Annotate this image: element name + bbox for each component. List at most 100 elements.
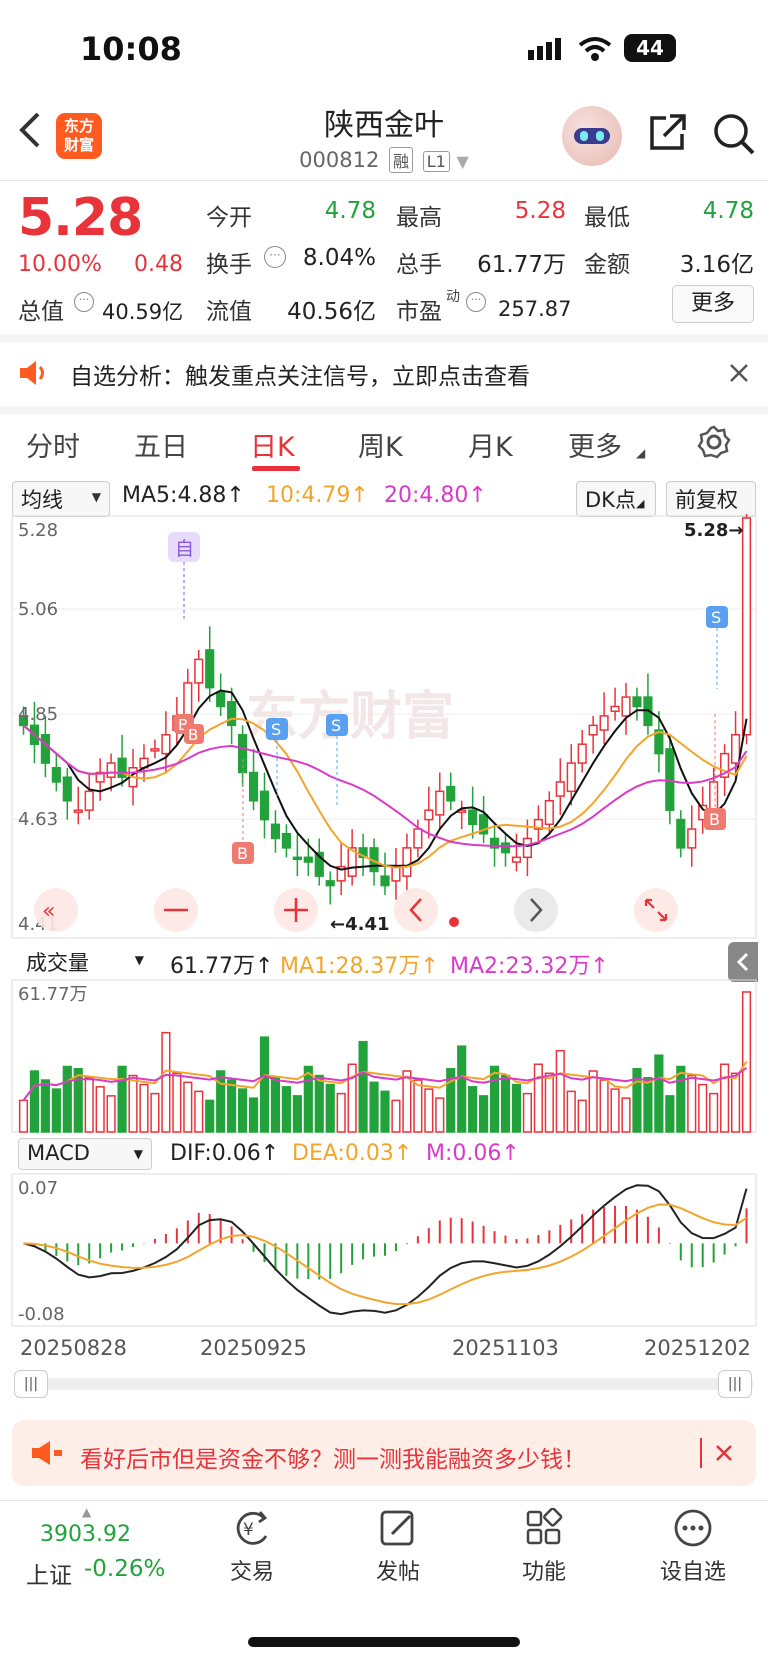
open-value: 4.78: [324, 198, 376, 224]
macd-dea: DEA:0.03↑: [292, 1141, 413, 1166]
collapse-panel-button[interactable]: [728, 942, 758, 982]
status-time: 10:08: [80, 30, 182, 68]
volume-bar: [73, 1068, 83, 1133]
tab-zhouk[interactable]: 周K: [358, 425, 403, 464]
volume-bar: [654, 1054, 664, 1133]
volume-bar: [325, 1083, 335, 1133]
volume-bar: [730, 1072, 741, 1133]
volume-bar: [29, 1070, 40, 1133]
add-watchlist-label: 设自选: [659, 1560, 726, 1585]
next-button: [514, 888, 558, 932]
macd-dif: DIF:0.06↑: [170, 1141, 280, 1166]
alert-text[interactable]: 自选分析：触发重点关注信号，立即点击查看: [70, 357, 530, 391]
amount-value: 3.16亿: [679, 252, 754, 278]
kline-chart[interactable]: 东方财富 5.28 5.06 4.85 4.63 4.41 5.28→ ←4.4…: [0, 514, 768, 940]
volume-bar: [62, 1065, 72, 1133]
candle-body: [435, 790, 445, 816]
fullscreen-button: [634, 888, 678, 932]
range-left-handle[interactable]: |||: [14, 1370, 48, 1398]
post-button[interactable]: 发帖: [356, 1508, 440, 1586]
macd-selector-label: MACD: [27, 1141, 90, 1165]
date-label-1: 20250828: [20, 1336, 127, 1360]
tab-rik[interactable]: 日K: [250, 425, 295, 464]
chevron-down-icon[interactable]: ▼: [457, 152, 469, 171]
fuquan-button[interactable]: 前复权: [666, 481, 756, 517]
volume-bar: [40, 1079, 50, 1133]
tab-yuek[interactable]: 月K: [468, 425, 513, 464]
volume-bar: [150, 1092, 160, 1133]
add-watchlist-button[interactable]: 设自选: [648, 1508, 738, 1586]
volume-bar: [544, 1072, 554, 1133]
candle-body: [544, 800, 554, 826]
tab-underline: [252, 466, 300, 471]
volume-bar: [621, 1097, 631, 1133]
candle-body: [599, 715, 609, 731]
trade-label: 交易: [229, 1560, 274, 1585]
change-amount: 0.48: [134, 252, 183, 277]
ylabel-4: 4.63: [18, 809, 58, 830]
range-scrollbar[interactable]: [14, 1378, 754, 1390]
tab-more[interactable]: 更多: [568, 425, 622, 464]
candle-body: [227, 701, 237, 727]
dk-button[interactable]: DK点◢: [576, 481, 656, 517]
volume-selector-label: 成交量: [26, 951, 89, 975]
max-price-label: 5.28→: [684, 520, 744, 541]
volume-bar: [566, 1090, 576, 1133]
double-left-icon: «: [42, 899, 55, 924]
candle-body: [270, 823, 281, 840]
date-label-3: 20251103: [452, 1336, 559, 1360]
tab-wuri[interactable]: 五日: [134, 425, 188, 464]
function-button[interactable]: 功能: [502, 1507, 586, 1586]
index-change[interactable]: -0.26%: [84, 1556, 165, 1582]
volume-bar: [424, 1088, 434, 1133]
candle-body: [106, 762, 116, 778]
change-percent: 10.00%: [18, 252, 102, 277]
tab-fenshi[interactable]: 分时: [26, 425, 80, 464]
candle-body: [676, 818, 686, 849]
volume-bar: [128, 1074, 138, 1133]
low-label: 最低: [584, 205, 630, 231]
info-icon[interactable]: ···: [264, 246, 286, 268]
speaker-icon: [18, 358, 50, 388]
volume-bar: [577, 1099, 587, 1133]
info-icon[interactable]: ···: [74, 292, 94, 312]
volume-bar: [292, 1095, 302, 1133]
volume-bar: [117, 1065, 127, 1133]
svg-text:B: B: [237, 844, 248, 863]
trade-button[interactable]: ¥ 交易: [210, 1508, 294, 1586]
prev-button: [394, 888, 438, 932]
share-icon[interactable]: [646, 112, 688, 154]
search-icon[interactable]: [712, 112, 756, 156]
promo-close-icon[interactable]: [714, 1443, 734, 1463]
volume-bar: [489, 1065, 500, 1133]
settings-gear-icon[interactable]: [696, 424, 732, 460]
min-price-label: ←4.41: [330, 914, 390, 935]
ma-selector[interactable]: 均线 ▼: [12, 481, 110, 517]
macd-selector[interactable]: MACD ▼: [18, 1138, 152, 1170]
macd-ymin: -0.08: [18, 1304, 65, 1325]
promo-text[interactable]: 看好后市但是资金不够？测一测我能融资多少钱！: [80, 1440, 586, 1474]
candle-body: [709, 781, 719, 811]
mcap-value: 40.59亿: [102, 300, 184, 324]
range-right-handle[interactable]: |||: [718, 1370, 752, 1398]
info-icon[interactable]: ···: [466, 292, 486, 312]
volume-selector[interactable]: 成交量 ▼: [18, 945, 152, 979]
candle-body: [555, 781, 565, 797]
volume-bar: [709, 1092, 719, 1133]
home-indicator: [248, 1637, 520, 1647]
close-icon[interactable]: [728, 362, 750, 384]
index-name[interactable]: 上证: [26, 1556, 72, 1590]
candle-body: [51, 767, 61, 783]
assistant-avatar[interactable]: [562, 106, 622, 166]
index-value[interactable]: 3903.92: [40, 1522, 131, 1547]
volume-chart[interactable]: 61.77万: [0, 978, 768, 1134]
volume-bar: [95, 1086, 105, 1133]
candle-body: [621, 696, 631, 717]
candle-body: [610, 705, 620, 712]
volume-bar: [555, 1049, 565, 1133]
more-button[interactable]: 更多: [672, 285, 754, 323]
level-tag: L1: [422, 151, 450, 172]
candle-body: [665, 748, 675, 811]
svg-text:B: B: [709, 810, 720, 829]
macd-chart[interactable]: 0.07 -0.08: [0, 1172, 768, 1332]
